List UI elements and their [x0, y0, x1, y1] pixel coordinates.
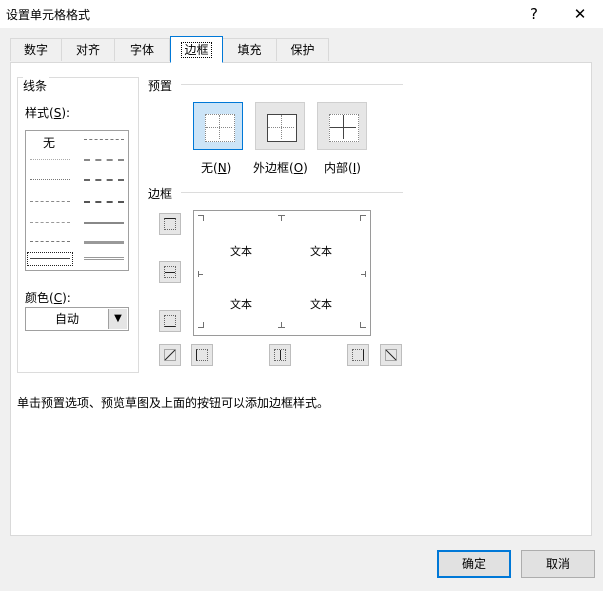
border-inside-vertical-button[interactable]	[269, 344, 291, 366]
line-group-label: 线条	[23, 77, 50, 94]
diagonal-up-icon	[164, 349, 176, 361]
title-bar: 设置单元格格式 ? ✕	[0, 0, 603, 28]
border-right-button[interactable]	[347, 344, 369, 366]
line-style-dashed[interactable]	[30, 241, 70, 242]
diagonal-down-icon	[385, 349, 397, 361]
line-style-dash-dot[interactable]	[30, 222, 70, 223]
help-button[interactable]: ?	[520, 3, 548, 25]
border-right-icon	[352, 349, 364, 361]
preset-inside-button[interactable]	[317, 102, 367, 150]
tab-protection[interactable]: 保护	[276, 38, 329, 61]
chevron-down-icon[interactable]: ▼	[108, 309, 127, 329]
border-divider	[181, 192, 403, 193]
dialog-title: 设置单元格格式	[6, 8, 91, 22]
tab-label: 字体	[129, 43, 154, 57]
line-style-hair[interactable]	[30, 159, 70, 160]
tab-label: 保护	[290, 43, 315, 57]
preset-inside-label: 内部(I)	[324, 161, 361, 175]
preset-outline-label: 外边框(O)	[253, 161, 308, 175]
border-inside-vertical-icon	[274, 349, 286, 361]
tab-number[interactable]: 数字	[10, 38, 62, 61]
tab-label: 数字	[23, 43, 48, 57]
border-hint-text: 单击预置选项、预览草图及上面的按钮可以添加边框样式。	[17, 396, 330, 410]
line-style-slant-dash-dot[interactable]	[84, 159, 124, 161]
color-dropdown[interactable]: 自动 ▼	[25, 307, 129, 331]
style-label: 样式(S):	[25, 106, 71, 120]
tab-border[interactable]: 边框	[170, 36, 223, 63]
border-top-icon	[164, 218, 176, 230]
border-top-button[interactable]	[159, 213, 181, 235]
line-style-medium[interactable]	[84, 222, 124, 224]
line-style-medium-dashed[interactable]	[84, 201, 124, 203]
tab-label: 边框	[181, 42, 212, 58]
border-diagonal-up-button[interactable]	[159, 344, 181, 366]
tab-alignment[interactable]: 对齐	[61, 38, 115, 61]
line-style-list[interactable]: 无	[25, 130, 129, 271]
preview-cell-text: 文本	[310, 298, 332, 311]
tab-fill[interactable]: 填充	[222, 38, 277, 61]
line-style-dash-dot-dot[interactable]	[30, 201, 70, 202]
line-style-medium-dash-dot-dot[interactable]	[84, 139, 124, 140]
border-left-icon	[196, 349, 208, 361]
presets-divider	[181, 84, 403, 85]
border-preview[interactable]: 文本 文本 文本 文本	[193, 210, 371, 336]
preview-cell-text: 文本	[310, 245, 332, 258]
line-style-double[interactable]	[84, 257, 124, 260]
border-inside-horizontal-button[interactable]	[159, 261, 181, 283]
border-diagonal-down-button[interactable]	[380, 344, 402, 366]
tab-label: 填充	[237, 43, 262, 57]
preset-none-label: 无(N)	[201, 161, 232, 175]
cancel-button[interactable]: 取消	[521, 550, 595, 578]
line-style-dotted[interactable]	[30, 179, 70, 180]
preset-none-button[interactable]	[193, 102, 243, 150]
color-label: 颜色(C):	[25, 291, 71, 305]
border-bottom-icon	[164, 315, 176, 327]
presets-group-label: 预置	[148, 79, 173, 93]
close-button[interactable]: ✕	[566, 3, 594, 25]
preset-outline-icon	[267, 114, 297, 142]
ok-button[interactable]: 确定	[437, 550, 511, 578]
border-group-label: 边框	[148, 187, 173, 201]
line-style-selected-frame	[27, 252, 73, 266]
border-inside-horizontal-icon	[164, 266, 176, 278]
preset-inside-icon	[329, 114, 359, 142]
preset-outline-button[interactable]	[255, 102, 305, 150]
line-style-medium-dash-dot[interactable]	[84, 179, 124, 181]
border-tab-panel: 线条 样式(S): 无 颜色(C): 自动 ▼ 预置 无(N) 外边框(O) 内…	[10, 62, 592, 536]
preset-none-icon	[205, 114, 235, 142]
tab-font[interactable]: 字体	[114, 38, 170, 61]
border-bottom-button[interactable]	[159, 310, 181, 332]
preview-cell-text: 文本	[230, 245, 252, 258]
tab-label: 对齐	[75, 43, 100, 57]
line-style-thick[interactable]	[84, 241, 124, 244]
color-value: 自动	[54, 312, 79, 326]
border-left-button[interactable]	[191, 344, 213, 366]
preview-cell-text: 文本	[230, 298, 252, 311]
line-style-none[interactable]: 无	[43, 134, 55, 151]
